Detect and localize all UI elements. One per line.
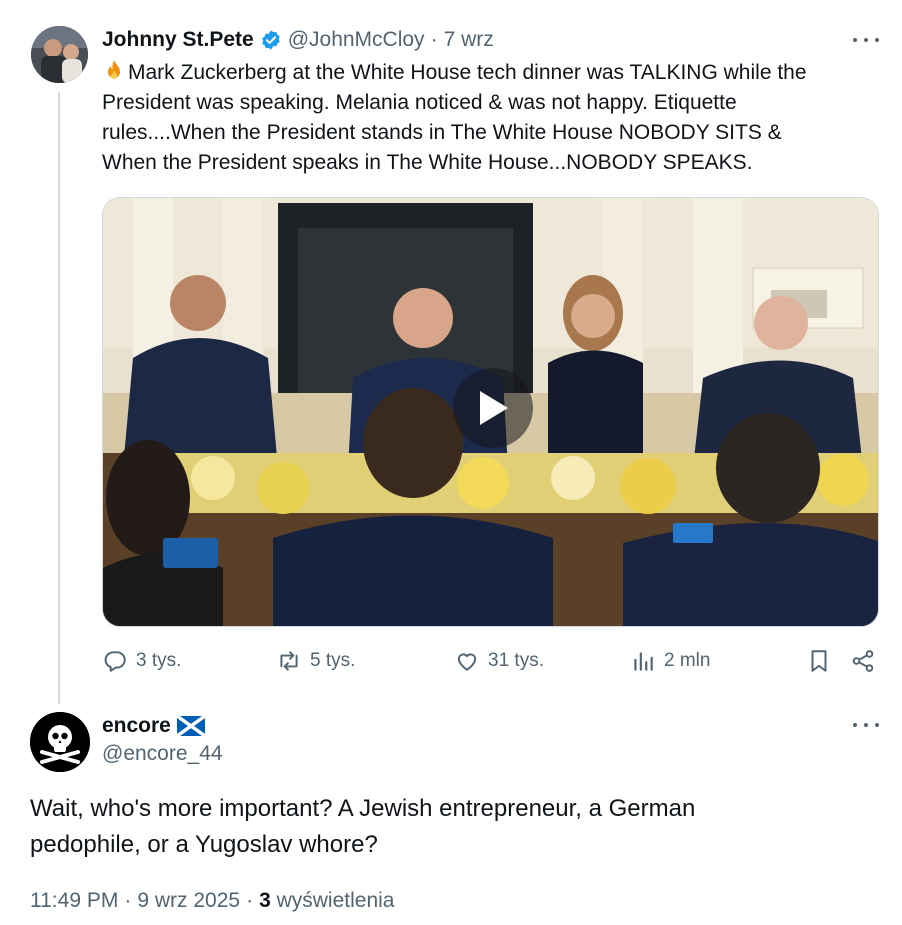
repost-count: 5 tys. — [310, 650, 356, 671]
play-button[interactable] — [453, 368, 533, 448]
tweet-date[interactable]: 7 wrz — [444, 28, 494, 52]
analytics-icon — [634, 652, 653, 671]
meta-separator: · — [246, 889, 254, 912]
author-handle[interactable]: @JohnMcCloy — [288, 28, 425, 52]
repost-icon — [280, 651, 298, 671]
reply-meta: 11:49 PM · 9 wrz 2025 · 3 wyświetlenia — [30, 889, 394, 913]
reply-time[interactable]: 11:49 PM — [30, 889, 118, 913]
reply-icon — [104, 651, 126, 672]
heart-icon — [457, 653, 477, 671]
verified-badge-icon — [261, 30, 280, 50]
reply-views-count: 3 — [259, 889, 271, 912]
skull-crossbones-icon — [30, 712, 90, 772]
play-icon — [480, 391, 508, 425]
reply-views: 3 wyświetlenia — [259, 889, 394, 913]
share-icon — [852, 650, 874, 672]
share-button[interactable] — [850, 646, 876, 676]
dot-icon — [875, 38, 879, 42]
tweet-text-line-4: When the President speaks in The White H… — [102, 151, 753, 174]
author-avatar[interactable] — [31, 26, 88, 83]
dot-icon — [853, 38, 857, 42]
reply-button[interactable]: 3 tys. — [102, 646, 181, 676]
header-separator: · — [430, 28, 438, 51]
dot-icon — [875, 723, 879, 727]
author-name[interactable]: Johnny St.Pete — [102, 28, 254, 52]
repost-button[interactable]: 5 tys. — [276, 646, 355, 676]
tweet-header: Johnny St.Pete @JohnMcCloy · 7 wrz — [102, 27, 494, 53]
tweet-text-line-2: President was speaking. Melania noticed … — [102, 91, 737, 114]
reply-more-options-button[interactable] — [853, 718, 879, 732]
reply-views-label: wyświetlenia — [276, 889, 395, 912]
reply-header: encore @encore_44 — [102, 712, 223, 768]
tweet-text-line: Mark Zuckerberg at the White House tech … — [102, 58, 887, 88]
tweet-text-line-3: rules....When the President stands in Th… — [102, 121, 782, 144]
fire-emoji-icon — [108, 60, 120, 79]
reply-text-line-1: Wait, who's more important? A Jewish ent… — [30, 795, 696, 822]
like-count: 31 tys. — [488, 650, 544, 671]
dot-icon — [853, 723, 857, 727]
scotland-flag-icon — [176, 716, 205, 736]
view-count: 2 mln — [664, 650, 711, 671]
meta-separator: · — [124, 889, 132, 912]
tweet-text-line-1: Mark Zuckerberg at the White House tech … — [128, 61, 807, 84]
bookmark-button[interactable] — [806, 646, 832, 676]
reply-author-avatar[interactable] — [30, 712, 90, 772]
reply-author-name[interactable]: encore — [102, 714, 171, 738]
tweet-more-options-button[interactable] — [853, 33, 879, 47]
reply-author-handle[interactable]: @encore_44 — [102, 742, 223, 765]
author-avatar-image — [31, 26, 88, 83]
reply-text: Wait, who's more important? A Jewish ent… — [30, 791, 880, 863]
tweet-action-bar: 3 tys. 5 tys. 31 tys. 2 mln — [102, 646, 879, 676]
reply-date[interactable]: 9 wrz 2025 — [137, 889, 240, 913]
dot-icon — [864, 723, 868, 727]
reply-count: 3 tys. — [136, 650, 182, 671]
reply-text-line-2: pedophile, or a Yugoslav whore? — [30, 831, 378, 858]
bookmark-icon — [811, 650, 827, 672]
thread-connector-line — [58, 92, 60, 704]
like-button[interactable]: 31 tys. — [454, 646, 544, 676]
tweet-video[interactable] — [102, 197, 879, 627]
dot-icon — [864, 38, 868, 42]
views-button[interactable]: 2 mln — [630, 646, 710, 676]
tweet-text: Mark Zuckerberg at the White House tech … — [102, 58, 887, 178]
